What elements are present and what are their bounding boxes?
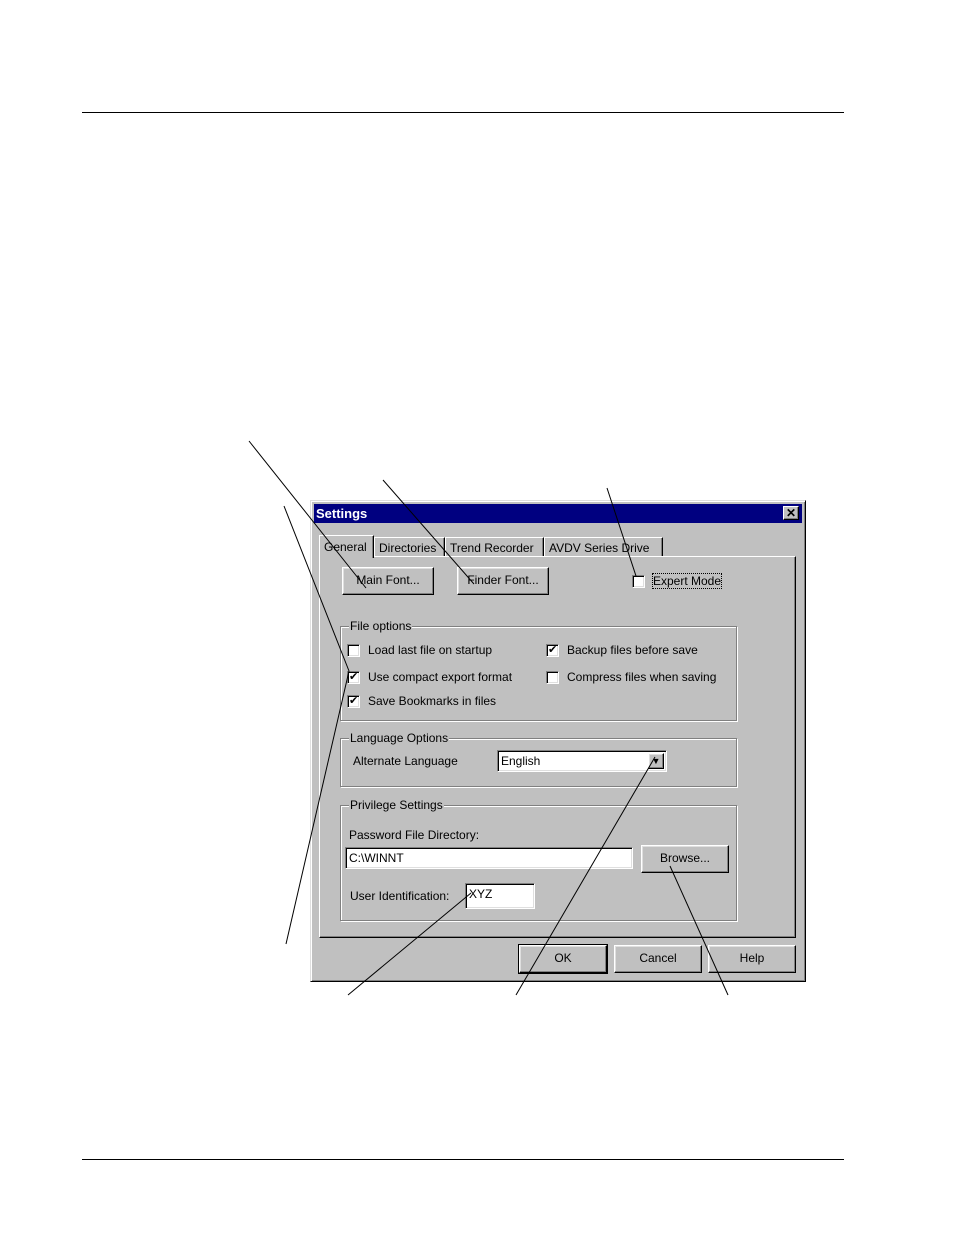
- backup-files-checkbox[interactable]: [546, 643, 559, 657]
- user-id-label: User Identification:: [350, 889, 450, 903]
- settings-dialog: Settings ✕ General Directories Trend Rec…: [310, 500, 806, 982]
- finder-font-button[interactable]: Finder Font...: [457, 567, 549, 595]
- footer-rule: [82, 1159, 844, 1160]
- save-bookmarks-label[interactable]: Save Bookmarks in files: [368, 694, 496, 708]
- save-bookmarks-checkbox[interactable]: [347, 694, 360, 708]
- expert-mode-checkbox[interactable]: [632, 575, 645, 588]
- tab-general[interactable]: General: [319, 535, 374, 558]
- backup-files-label[interactable]: Backup files before save: [567, 643, 698, 657]
- header-rule: [82, 112, 844, 113]
- language-options-title: Language Options: [349, 731, 450, 745]
- password-dir-input[interactable]: C:\WINNT: [345, 847, 633, 869]
- language-options-group: Language Options Alternate Language Engl…: [340, 731, 737, 787]
- title-bar[interactable]: Settings ✕: [314, 504, 802, 523]
- close-button[interactable]: ✕: [783, 506, 799, 520]
- chevron-down-icon[interactable]: ▼: [648, 753, 664, 769]
- compact-export-checkbox[interactable]: [347, 670, 360, 684]
- tab-avdv-series-drive[interactable]: AVDV Series Drive: [544, 537, 663, 557]
- general-tab-panel: Main Font... Finder Font... Expert Mode …: [319, 556, 796, 938]
- load-last-file-label[interactable]: Load last file on startup: [368, 643, 492, 657]
- privilege-settings-group: Privilege Settings Password File Directo…: [340, 798, 737, 921]
- file-options-title: File options: [349, 619, 413, 633]
- alternate-language-value: English: [501, 754, 541, 768]
- dialog-title: Settings: [316, 506, 368, 521]
- help-button[interactable]: Help: [708, 945, 796, 973]
- expert-mode-label[interactable]: Expert Mode: [651, 573, 723, 589]
- browse-button[interactable]: Browse...: [641, 845, 729, 873]
- password-dir-label: Password File Directory:: [349, 828, 480, 842]
- user-id-input[interactable]: XYZ: [465, 883, 535, 909]
- load-last-file-checkbox[interactable]: [347, 644, 360, 657]
- compact-export-label[interactable]: Use compact export format: [368, 670, 512, 684]
- alternate-language-dropdown[interactable]: English ▼: [497, 750, 667, 772]
- file-options-group: File options Load last file on startup U…: [340, 619, 737, 721]
- privilege-settings-title: Privilege Settings: [349, 798, 444, 812]
- cancel-button[interactable]: Cancel: [614, 945, 702, 973]
- tab-directories[interactable]: Directories: [374, 537, 445, 557]
- alternate-language-label: Alternate Language: [353, 754, 458, 768]
- compress-files-label[interactable]: Compress files when saving: [567, 670, 716, 684]
- compress-files-checkbox[interactable]: [546, 671, 559, 684]
- tab-trend-recorder[interactable]: Trend Recorder: [445, 537, 544, 557]
- ok-button[interactable]: OK: [518, 944, 608, 974]
- main-font-button[interactable]: Main Font...: [342, 567, 434, 595]
